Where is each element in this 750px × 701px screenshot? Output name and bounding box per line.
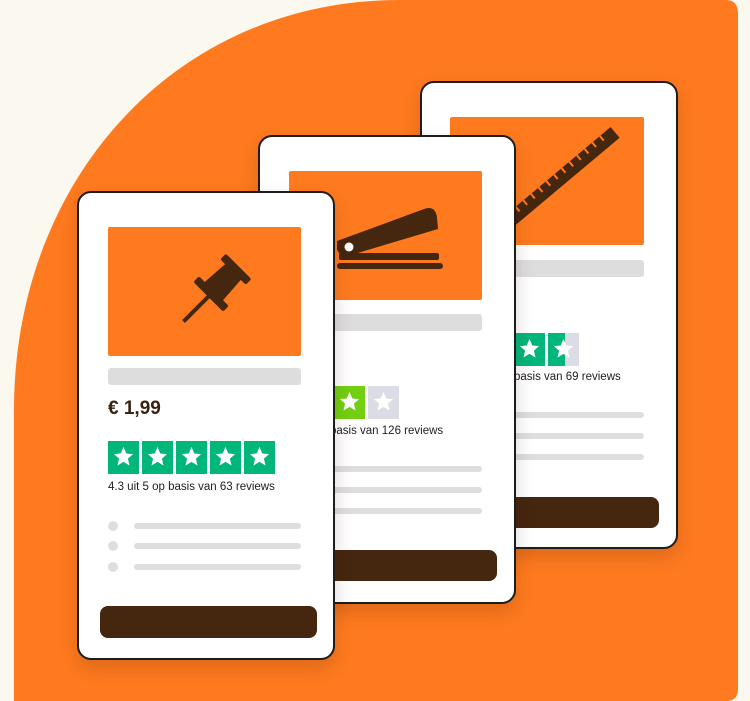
- star-icon: [210, 441, 241, 474]
- star-icon: [334, 386, 365, 419]
- bullet-dot: [108, 541, 118, 551]
- product-image: [108, 227, 301, 356]
- review-summary: basis van 126 reviews: [330, 425, 444, 437]
- bullet-dot: [108, 562, 118, 572]
- bullet-dot: [108, 521, 118, 531]
- star-icon: [108, 441, 139, 474]
- review-summary: 4.3 uit 5 op basis van 63 reviews: [108, 481, 275, 493]
- star-icon: [548, 333, 579, 366]
- feature-line: [320, 466, 482, 472]
- star-icon: [142, 441, 173, 474]
- feature-line: [320, 508, 482, 514]
- add-to-cart-button[interactable]: [100, 606, 317, 638]
- star-icon: [176, 441, 207, 474]
- star-icon: [244, 441, 275, 474]
- product-price: € 1,99: [108, 398, 161, 419]
- feature-line: [320, 487, 482, 493]
- add-to-cart-button[interactable]: [320, 550, 497, 581]
- title-placeholder: [108, 368, 301, 385]
- feature-line: [134, 523, 301, 529]
- product-card-pushpin[interactable]: € 1,99 4.3 uit 5 op basis van 63 reviews: [77, 191, 335, 660]
- feature-line: [134, 564, 301, 570]
- star-icon: [368, 386, 399, 419]
- star-icon: [514, 333, 545, 366]
- pushpin-icon: [182, 254, 251, 323]
- review-summary: basis van 69 reviews: [514, 371, 621, 383]
- star-rating: [108, 441, 275, 474]
- feature-line: [134, 543, 301, 549]
